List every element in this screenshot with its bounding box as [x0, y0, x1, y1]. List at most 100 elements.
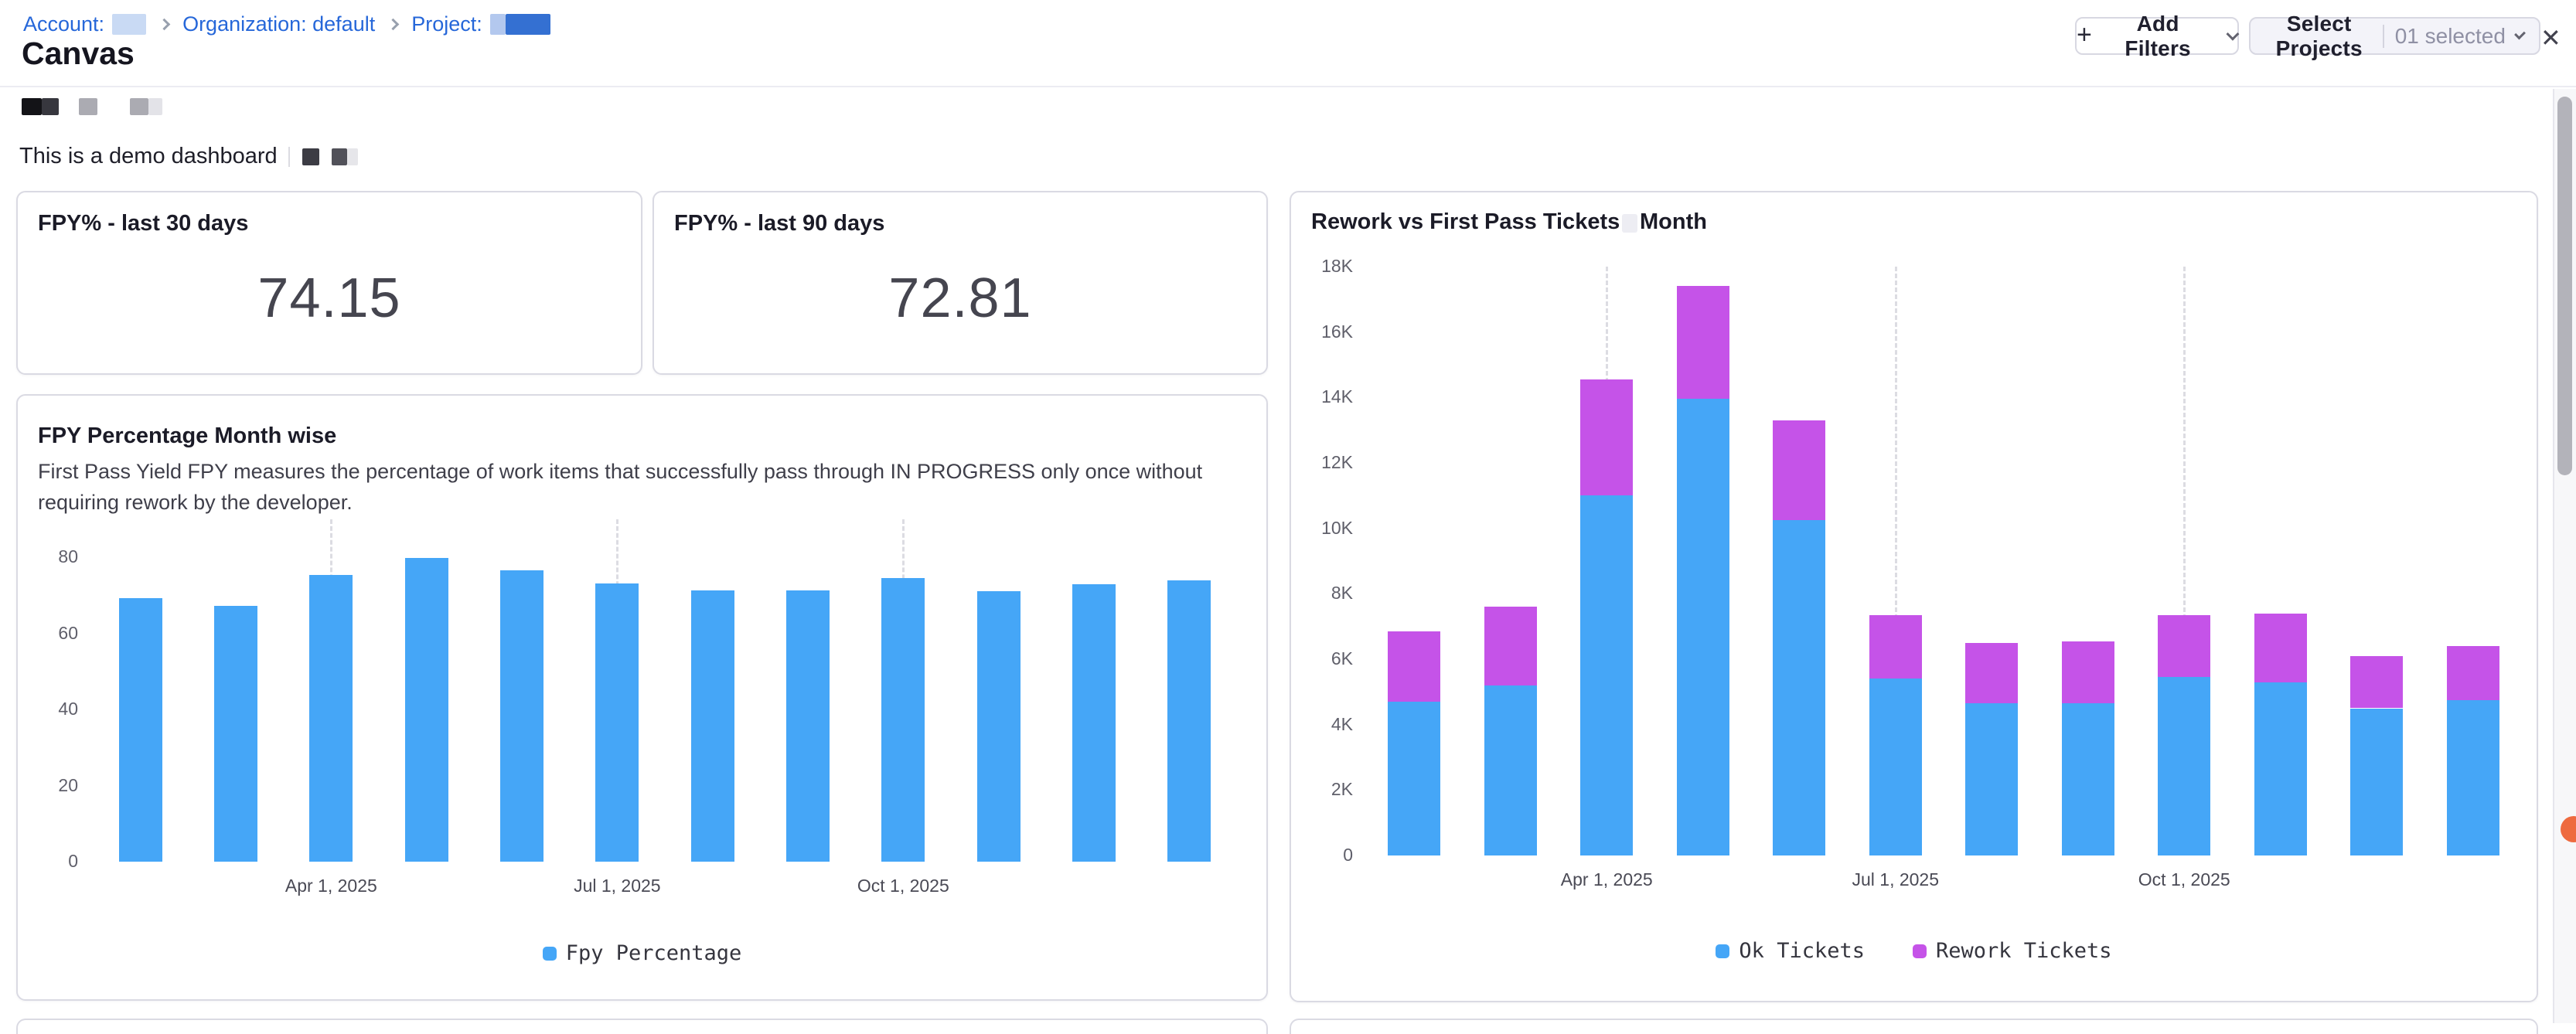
legend-label: Fpy Percentage	[566, 941, 742, 965]
bar-fpy-percentage-aug-2025[interactable]	[691, 590, 734, 862]
fpy-bar-chart: 020406080Apr 1, 2025Jul 1, 2025Oct 1, 20…	[18, 396, 1266, 999]
close-icon[interactable]: ✕	[2540, 23, 2561, 53]
breadcrumb-project-link[interactable]: Project:	[411, 12, 550, 36]
bar-fpy-percentage-mar-2025[interactable]	[214, 606, 257, 862]
bar-rework-tickets-aug-2025[interactable]	[1965, 643, 2018, 703]
next-row-card-stub	[1290, 1019, 2538, 1034]
rework-vs-first-pass-panel: Rework vs First Pass Tickets - Month 02K…	[1290, 191, 2538, 1002]
y-axis-tick-label: 40	[24, 699, 78, 719]
demo-note-text: This is a demo dashboard	[19, 144, 278, 169]
bar-ok-tickets-dec-2025[interactable]	[2350, 709, 2403, 856]
bar-ok-tickets-jul-2025[interactable]	[1869, 679, 1922, 855]
y-axis-tick-label: 8K	[1299, 583, 1353, 604]
bar-rework-tickets-jan-2026[interactable]	[2447, 646, 2499, 700]
bar-fpy-percentage-feb-2025[interactable]	[119, 598, 162, 862]
bar-ok-tickets-jun-2025[interactable]	[1773, 520, 1825, 855]
bar-ok-tickets-apr-2025[interactable]	[1580, 495, 1633, 855]
bar-rework-tickets-may-2025[interactable]	[1677, 286, 1729, 399]
y-axis-tick-label: 0	[24, 851, 78, 872]
dashboard-note-row: This is a demo dashboard	[19, 144, 358, 169]
x-axis-tick-label: Oct 1, 2025	[802, 876, 1003, 896]
y-axis-tick-label: 2K	[1299, 779, 1353, 800]
y-axis-tick-label: 0	[1299, 845, 1353, 866]
y-axis-tick-label: 12K	[1299, 452, 1353, 473]
bar-fpy-percentage-jul-2025[interactable]	[595, 583, 639, 862]
select-projects-dropdown[interactable]: Select Projects 01 selected	[2249, 17, 2540, 55]
bar-rework-tickets-apr-2025[interactable]	[1580, 379, 1633, 495]
bar-rework-tickets-oct-2025[interactable]	[2158, 615, 2210, 677]
x-axis-tick-label: Jul 1, 2025	[1795, 869, 1996, 890]
bar-ok-tickets-sep-2025[interactable]	[2062, 703, 2114, 855]
select-projects-label: Select Projects	[2266, 12, 2372, 61]
add-filters-button[interactable]: + Add Filters	[2075, 17, 2239, 55]
bar-ok-tickets-mar-2025[interactable]	[1484, 685, 1537, 855]
chevron-down-icon	[2514, 28, 2526, 39]
page-title: Canvas	[22, 36, 135, 72]
bar-fpy-percentage-may-2025[interactable]	[405, 558, 448, 862]
x-axis-tick-label: Apr 1, 2025	[1506, 869, 1707, 890]
bar-fpy-percentage-dec-2025[interactable]	[1072, 584, 1116, 862]
plus-icon: +	[2077, 22, 2092, 48]
page-header: Account: Organization: default Project: …	[0, 0, 2576, 87]
breadcrumb-organization-label: Organization: default	[182, 12, 375, 36]
kpi-card-fpy-90-days: FPY% - last 90 days 72.81	[653, 191, 1268, 375]
chevron-right-icon	[158, 19, 171, 31]
chart-legend: Ok Tickets Rework Tickets	[1291, 939, 2537, 963]
y-axis-tick-label: 6K	[1299, 648, 1353, 669]
y-axis-tick-label: 60	[24, 623, 78, 644]
bar-ok-tickets-jan-2026[interactable]	[2447, 700, 2499, 855]
y-axis-tick-label: 4K	[1299, 714, 1353, 735]
x-axis-tick-label: Jul 1, 2025	[516, 876, 717, 896]
legend-swatch	[543, 947, 557, 961]
legend-swatch	[1913, 944, 1927, 958]
vertical-scrollbar-thumb[interactable]	[2557, 97, 2572, 475]
breadcrumb-organization-link[interactable]: Organization: default	[182, 12, 375, 36]
redacted-block	[332, 148, 347, 165]
redacted-block	[42, 98, 59, 115]
y-axis-tick-label: 10K	[1299, 518, 1353, 539]
redacted-block	[302, 148, 319, 165]
bar-fpy-percentage-jan-2026[interactable]	[1167, 580, 1211, 862]
bar-fpy-percentage-nov-2025[interactable]	[977, 591, 1021, 862]
bar-rework-tickets-jul-2025[interactable]	[1869, 615, 1922, 679]
legend-swatch	[1716, 944, 1729, 958]
bar-ok-tickets-oct-2025[interactable]	[2158, 677, 2210, 855]
kpi-card-fpy-30-days: FPY% - last 30 days 74.15	[16, 191, 642, 375]
legend-item-ok-tickets[interactable]: Ok Tickets	[1716, 939, 1865, 963]
bar-rework-tickets-nov-2025[interactable]	[2254, 614, 2307, 682]
breadcrumb-project-label: Project:	[411, 12, 482, 36]
legend-label: Rework Tickets	[1936, 939, 2112, 963]
bar-fpy-percentage-apr-2025[interactable]	[309, 575, 353, 862]
kpi-title: FPY% - last 90 days	[674, 211, 884, 236]
bar-fpy-percentage-sep-2025[interactable]	[786, 590, 830, 862]
bar-ok-tickets-may-2025[interactable]	[1677, 399, 1729, 855]
legend-item-fpy-percentage[interactable]: Fpy Percentage	[543, 941, 742, 965]
y-axis-tick-label: 16K	[1299, 321, 1353, 342]
redacted-block	[148, 98, 162, 115]
bar-fpy-percentage-jun-2025[interactable]	[500, 570, 543, 862]
redacted-block	[79, 98, 97, 115]
bar-ok-tickets-nov-2025[interactable]	[2254, 682, 2307, 855]
kpi-title: FPY% - last 30 days	[38, 211, 248, 236]
x-axis-tick-label: Oct 1, 2025	[2084, 869, 2285, 890]
bar-rework-tickets-jun-2025[interactable]	[1773, 420, 1825, 520]
y-axis-tick-label: 14K	[1299, 386, 1353, 407]
redacted-project-name	[506, 14, 550, 35]
bar-rework-tickets-mar-2025[interactable]	[1484, 607, 1537, 685]
breadcrumb-account-link[interactable]: Account:	[23, 12, 146, 36]
bar-rework-tickets-sep-2025[interactable]	[2062, 641, 2114, 703]
bar-rework-tickets-feb-2025[interactable]	[1388, 631, 1440, 702]
y-axis-tick-label: 18K	[1299, 256, 1353, 277]
next-row-card-stub	[16, 1019, 1268, 1034]
bar-rework-tickets-dec-2025[interactable]	[2350, 656, 2403, 709]
bar-ok-tickets-feb-2025[interactable]	[1388, 702, 1440, 855]
bar-fpy-percentage-oct-2025[interactable]	[881, 578, 925, 862]
redacted-account-name	[112, 14, 146, 35]
vertical-scrollbar-track[interactable]	[2553, 89, 2576, 1023]
redacted-block	[22, 98, 42, 115]
bar-ok-tickets-aug-2025[interactable]	[1965, 703, 2018, 855]
divider	[288, 147, 290, 167]
legend-item-rework-tickets[interactable]: Rework Tickets	[1913, 939, 2112, 963]
chevron-down-icon	[2227, 27, 2240, 40]
add-filters-label: Add Filters	[2103, 12, 2213, 61]
